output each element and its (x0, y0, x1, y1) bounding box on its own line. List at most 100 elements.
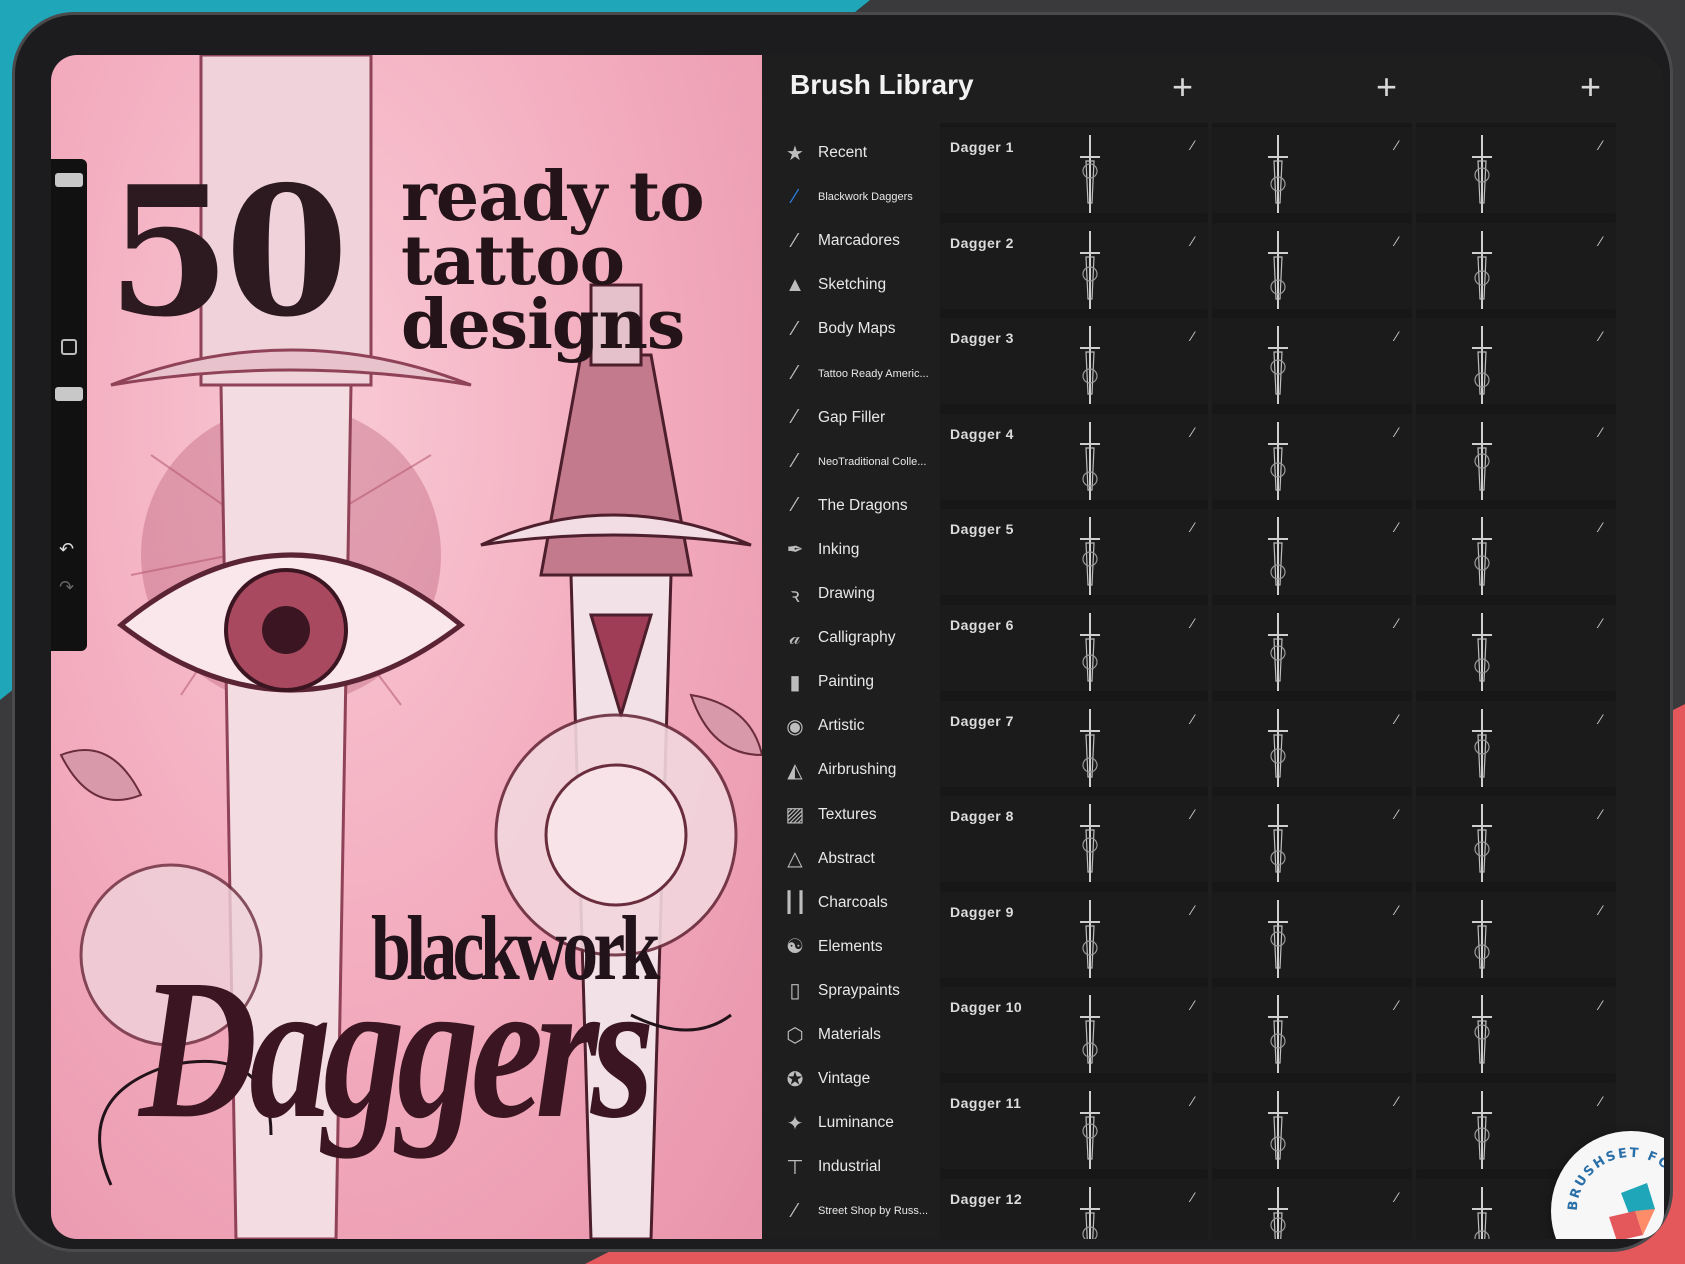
brush-set-item[interactable]: ✒ Inking (762, 530, 940, 570)
brush-item[interactable]: ⁄ (1416, 413, 1616, 500)
brush-item[interactable]: Dagger 5 ⁄ (940, 509, 1208, 596)
brush-item[interactable]: ⁄ (1212, 700, 1412, 787)
brush-library-panel: Brush Library + + + ★ Recent ⁄ Blackwork Da… (762, 55, 1664, 1239)
brush-item[interactable]: ⁄ (1416, 127, 1616, 213)
dagger-preview-icon (1268, 230, 1288, 309)
brush-item[interactable]: Dagger 7 ⁄ (940, 700, 1208, 787)
brush-item[interactable]: ⁄ (1416, 605, 1616, 691)
brush-item[interactable]: ⁄ (1212, 796, 1412, 883)
dagger-preview-icon (1472, 517, 1492, 596)
brush-set-item[interactable]: ✪ Vintage (762, 1059, 940, 1099)
brush-set-item[interactable]: ▲ Sketching (762, 265, 940, 305)
brush-set-item[interactable]: ⊤ Industrial (762, 1147, 940, 1187)
brush-stroke-icon: ⁄ (1191, 232, 1194, 249)
brush-set-item[interactable]: ⁄ The Dragons (762, 486, 940, 526)
brush-stroke-icon: ⁄ (1191, 137, 1194, 153)
headline-count: 50 (107, 147, 349, 356)
opacity-slider[interactable] (55, 387, 83, 401)
brush-set-label: Painting (818, 673, 875, 691)
brush-item[interactable]: ⁄ (1212, 127, 1412, 213)
brush-set-item[interactable]: ★ Recent (762, 133, 940, 173)
brush-set-item[interactable]: ⁄ Gap Filler (762, 398, 940, 438)
brush-set-item[interactable]: ┃┃ Charcoals (762, 883, 940, 923)
brush-set-item[interactable]: ▯ Spraypaints (762, 971, 940, 1011)
brush-set-item[interactable]: ⁄ Street Shop by Russ... (762, 1191, 940, 1231)
dagger-preview-icon (1268, 804, 1288, 883)
redo-icon[interactable]: ↷ (59, 577, 74, 598)
brush-set-item[interactable]: 𝒶 Calligraphy (762, 618, 940, 658)
brush-item[interactable]: Dagger 1 ⁄ (940, 127, 1208, 213)
brush-set-item[interactable]: ⬡ Materials (762, 1015, 940, 1055)
brush-item[interactable]: Dagger 11 ⁄ (940, 1083, 1208, 1169)
brush-item[interactable]: Dagger 9 ⁄ (940, 891, 1208, 978)
dagger-preview-icon (1080, 899, 1100, 978)
airbrush-icon: ◭ (787, 759, 803, 782)
brush-item[interactable]: ⁄ (1212, 318, 1412, 405)
ipad-only-badge: BRUSHSET FOR IPAD ONLY (1551, 1131, 1664, 1239)
brush-set-item[interactable]: ✦ Luminance (762, 1103, 940, 1143)
tagline-line-3: designs (401, 285, 685, 365)
brush-item[interactable]: Dagger 8 ⁄ (940, 796, 1208, 883)
brush-name: Dagger 3 (950, 330, 1014, 347)
brush-item[interactable]: ⁄ (1212, 509, 1412, 596)
add-brush-button-2[interactable]: + (1580, 69, 1601, 105)
brush-name: Dagger 9 (950, 903, 1014, 920)
brush-set-label: Luminance (818, 1114, 894, 1132)
dagger-preview-icon (1472, 1091, 1492, 1169)
brush-set-item[interactable]: ⁄ Body Maps (762, 309, 940, 349)
brush-item[interactable]: ⁄ (1212, 1083, 1412, 1169)
brush-size-slider[interactable] (55, 173, 83, 187)
brush-item[interactable]: ⁄ (1416, 796, 1616, 883)
brush-item[interactable]: ⁄ (1416, 318, 1616, 405)
brush-set-item[interactable]: ⁄ Blackwork Daggers (762, 177, 940, 217)
brush-item[interactable]: Dagger 12 ⁄ (940, 1178, 1208, 1239)
sparkle-icon: ✦ (786, 1112, 804, 1135)
brush-set-item[interactable]: ▮ Painting (762, 662, 940, 702)
brush-set-label: Body Maps (818, 320, 896, 338)
undo-icon[interactable]: ↶ (59, 539, 74, 560)
add-set-button[interactable]: + (1172, 69, 1193, 105)
square-icon[interactable] (61, 339, 77, 355)
brush-set-label: Vintage (818, 1070, 871, 1088)
brush-item[interactable]: ⁄ (1416, 509, 1616, 596)
brush-item[interactable]: ⁄ (1416, 222, 1616, 309)
brush-set-item[interactable]: ☯ Elements (762, 927, 940, 967)
brush-set-item[interactable]: △ Abstract (762, 839, 940, 879)
brush-item[interactable]: ⁄ (1416, 987, 1616, 1074)
brush-item[interactable]: Dagger 4 ⁄ (940, 413, 1208, 500)
brush-item[interactable]: ⁄ (1416, 891, 1616, 978)
brush-item[interactable]: ⁄ (1212, 605, 1412, 691)
brush-set-label: Street Shop by Russ... (818, 1205, 929, 1218)
brush-column: ⁄ ⁄ ⁄ ⁄ ⁄ ⁄ ⁄ ⁄ ⁄ ⁄ ⁄ ⁄ (1212, 123, 1412, 1239)
dagger-preview-icon (1080, 230, 1100, 309)
brush-set-item[interactable]: ⁄ Marcadores (762, 221, 940, 261)
brush-item[interactable]: ⁄ (1416, 700, 1616, 787)
brush-stroke-icon: ⁄ (1191, 423, 1194, 440)
brush-set-item[interactable]: ⁄ NeoTraditional Colle... (762, 442, 940, 482)
cube-icon: ⬡ (786, 1024, 804, 1047)
add-brush-button[interactable]: + (1376, 69, 1397, 105)
brush-item[interactable]: ⁄ (1212, 891, 1412, 978)
brush-name: Dagger 11 (950, 1095, 1022, 1111)
brush-item[interactable]: Dagger 10 ⁄ (940, 987, 1208, 1074)
dagger-preview-icon (1080, 708, 1100, 787)
brush-set-item[interactable]: ꝛ Drawing (762, 574, 940, 614)
pencil-tip-icon: ▲ (785, 273, 805, 296)
brush-item[interactable]: ⁄ (1212, 413, 1412, 500)
brush-item[interactable]: Dagger 6 ⁄ (940, 605, 1208, 691)
brush-set-item[interactable]: ▨ Textures (762, 795, 940, 835)
dagger-preview-icon (1268, 1091, 1288, 1169)
brush-set-item[interactable]: ⁄ Tattoo Ready Americ... (762, 354, 940, 394)
brush-item[interactable]: Dagger 3 ⁄ (940, 318, 1208, 405)
brush-item[interactable]: ⁄ (1212, 987, 1412, 1074)
dagger-preview-icon (1268, 326, 1288, 405)
brush-item[interactable]: ⁄ (1212, 222, 1412, 309)
brush-set-item[interactable]: ◭ Airbrushing (762, 750, 940, 790)
brush-stroke-icon: ⁄ (1395, 1188, 1398, 1205)
brush-item[interactable]: ⁄ (1212, 1178, 1412, 1239)
brush-set-item[interactable]: ◉ Artistic (762, 706, 940, 746)
brush-stroke-icon: ⁄ (793, 229, 797, 252)
brush-item[interactable]: Dagger 2 ⁄ (940, 222, 1208, 309)
paintbrush-icon: ▮ (789, 671, 801, 694)
brush-stroke-icon: ⁄ (793, 1199, 797, 1222)
